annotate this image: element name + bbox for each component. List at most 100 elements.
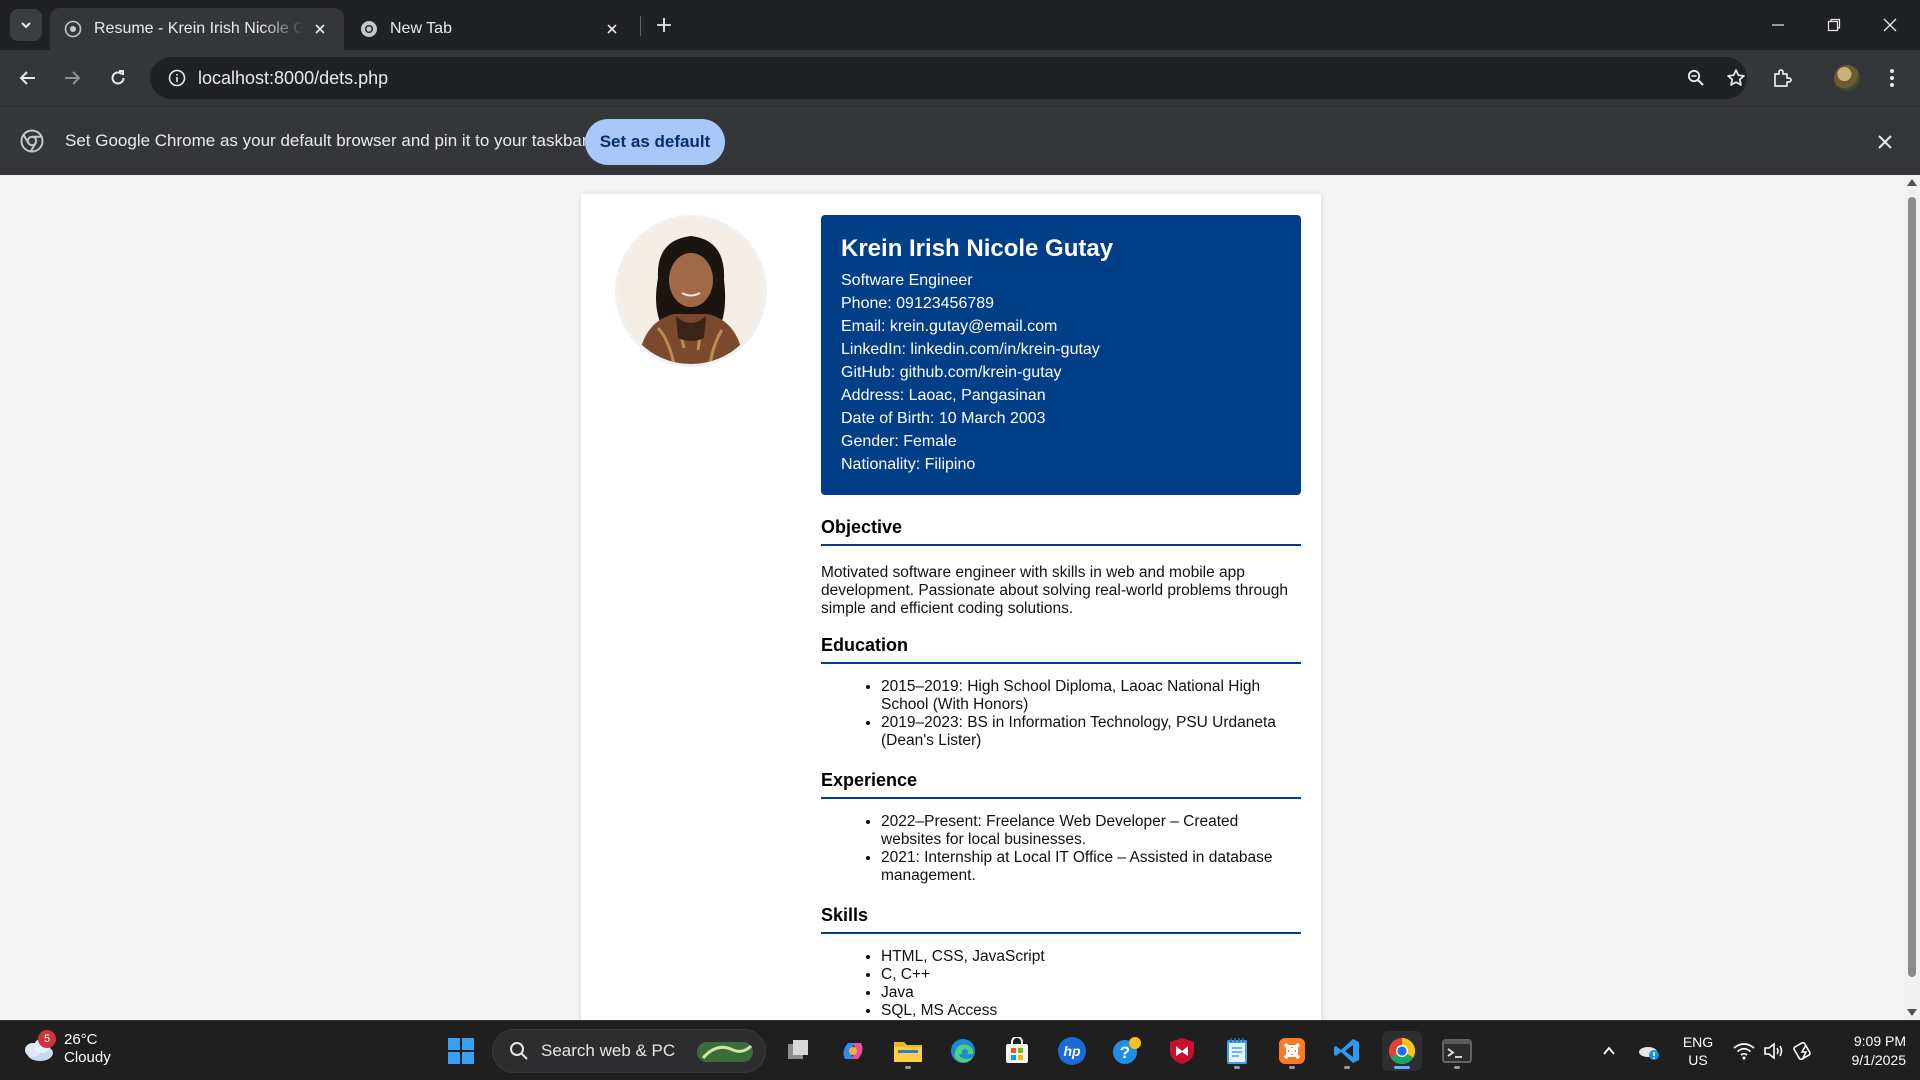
site-info-button[interactable] bbox=[156, 57, 198, 99]
vscode-icon bbox=[1334, 1039, 1359, 1063]
close-infobar-button[interactable] bbox=[1872, 129, 1898, 155]
gender-line: Gender: Female bbox=[841, 433, 957, 450]
github-line: GitHub: github.com/krein-gutay bbox=[841, 364, 1062, 381]
page-scrollbar[interactable] bbox=[1904, 175, 1920, 1020]
tab-new-tab[interactable]: New Tab bbox=[346, 8, 636, 50]
running-indicator bbox=[905, 1066, 911, 1069]
list-item: 2019–2023: BS in Information Technology,… bbox=[881, 714, 1301, 750]
back-button[interactable] bbox=[12, 62, 44, 94]
notepad-button[interactable] bbox=[1217, 1031, 1257, 1071]
onedrive-button[interactable] bbox=[1634, 1021, 1664, 1080]
weather-condition: Cloudy bbox=[64, 1049, 111, 1066]
section-heading: Education bbox=[821, 635, 1301, 664]
forward-button[interactable] bbox=[56, 62, 88, 94]
search-icon bbox=[510, 1042, 528, 1060]
avatar bbox=[1834, 65, 1860, 91]
running-indicator bbox=[1394, 1066, 1410, 1069]
section-heading: Skills bbox=[821, 905, 1301, 934]
scroll-down-icon[interactable] bbox=[1907, 1009, 1917, 1016]
running-indicator bbox=[1344, 1066, 1350, 1069]
help-button[interactable]: ? bbox=[1107, 1031, 1147, 1071]
new-tab-button[interactable] bbox=[652, 13, 676, 37]
wifi-icon bbox=[1733, 1043, 1755, 1060]
scrollbar-thumb[interactable] bbox=[1908, 197, 1916, 977]
close-icon bbox=[1883, 18, 1897, 32]
vscode-button[interactable] bbox=[1327, 1031, 1367, 1071]
profile-button[interactable] bbox=[1831, 62, 1863, 94]
arrow-left-icon bbox=[19, 71, 35, 85]
quick-settings-button[interactable] bbox=[1730, 1021, 1818, 1080]
weather-temp: 26°C bbox=[64, 1031, 98, 1048]
search-placeholder: Search web & PC bbox=[541, 1041, 676, 1060]
tab-separator bbox=[640, 16, 641, 36]
battery-icon bbox=[1793, 1042, 1811, 1060]
cloud-sync-icon bbox=[1639, 1047, 1659, 1060]
list-item: 2015–2019: High School Diploma, Laoac Na… bbox=[881, 678, 1301, 714]
minimize-button[interactable] bbox=[1750, 0, 1806, 50]
tab-resume[interactable]: Resume - Krein Irish Nicole Gutay bbox=[50, 8, 344, 50]
zoom-button[interactable] bbox=[1676, 57, 1716, 99]
bookmark-button[interactable] bbox=[1716, 57, 1756, 99]
chrome-menu-button[interactable] bbox=[1876, 62, 1908, 94]
volume-icon bbox=[1764, 1042, 1783, 1060]
running-indicator bbox=[1289, 1066, 1295, 1069]
svg-text:hp: hp bbox=[1063, 1043, 1081, 1059]
language-indicator[interactable]: ENG US bbox=[1672, 1021, 1724, 1080]
chrome-taskbar-button[interactable] bbox=[1382, 1031, 1422, 1071]
resume-card: Krein Irish Nicole Gutay Software Engine… bbox=[581, 194, 1321, 1020]
copilot-button[interactable] bbox=[833, 1031, 873, 1071]
taskbar-search[interactable]: Search web & PC bbox=[492, 1029, 766, 1073]
more-vert-icon bbox=[1890, 69, 1894, 87]
plus-icon bbox=[657, 18, 671, 32]
close-window-button[interactable] bbox=[1862, 0, 1918, 50]
xampp-icon bbox=[1279, 1038, 1305, 1064]
profile-photo bbox=[615, 215, 767, 367]
task-view-icon bbox=[788, 1040, 808, 1059]
info-icon bbox=[168, 69, 186, 87]
chrome-icon bbox=[1388, 1037, 1416, 1065]
close-tab-icon[interactable] bbox=[602, 19, 622, 39]
hp-button[interactable]: hp bbox=[1052, 1031, 1092, 1071]
xampp-button[interactable] bbox=[1272, 1031, 1312, 1071]
list-item: HTML, CSS, JavaScript bbox=[881, 948, 1301, 966]
job-title: Software Engineer bbox=[841, 272, 973, 289]
reload-button[interactable] bbox=[102, 62, 134, 94]
scroll-up-icon[interactable] bbox=[1907, 179, 1917, 186]
close-tab-icon[interactable] bbox=[310, 19, 330, 39]
task-view-button[interactable] bbox=[779, 1031, 819, 1071]
address-bar[interactable]: localhost:8000/dets.php bbox=[150, 57, 1747, 99]
url-text[interactable]: localhost:8000/dets.php bbox=[198, 68, 388, 89]
restore-button[interactable] bbox=[1806, 0, 1862, 50]
help-icon: ? bbox=[1113, 1037, 1141, 1064]
list-item: 2021: Internship at Local IT Office – As… bbox=[881, 849, 1301, 885]
store-button[interactable] bbox=[997, 1031, 1037, 1071]
edge-button[interactable] bbox=[943, 1031, 983, 1071]
weather-widget[interactable]: 5 26°C Cloudy bbox=[20, 1030, 111, 1067]
start-button[interactable] bbox=[441, 1031, 481, 1071]
tab-search-button[interactable] bbox=[10, 9, 42, 41]
clock-button[interactable]: 9:09 PM 9/1/2025 bbox=[1826, 1021, 1907, 1080]
mcafee-button[interactable] bbox=[1162, 1031, 1202, 1071]
contact-header: Krein Irish Nicole Gutay Software Engine… bbox=[821, 215, 1301, 495]
email-line: Email: krein.gutay@email.com bbox=[841, 318, 1058, 335]
objective-text: Motivated software engineer with skills … bbox=[821, 564, 1288, 617]
clock-date: 9/1/2025 bbox=[1851, 1052, 1907, 1068]
education-section: Education 2015–2019: High School Diploma… bbox=[821, 635, 1301, 750]
show-hidden-icons-button[interactable] bbox=[1596, 1021, 1622, 1080]
running-indicator bbox=[1234, 1066, 1240, 1069]
terminal-icon bbox=[1442, 1039, 1472, 1063]
file-explorer-button[interactable] bbox=[888, 1031, 928, 1071]
terminal-button[interactable] bbox=[1437, 1031, 1477, 1071]
chrome-icon bbox=[20, 129, 44, 153]
search-highlight-icon bbox=[697, 1042, 753, 1062]
restore-icon bbox=[1827, 18, 1841, 32]
svg-text:?: ? bbox=[1120, 1043, 1130, 1062]
experience-list: 2022–Present: Freelance Web Developer – … bbox=[821, 813, 1301, 885]
set-as-default-button[interactable]: Set as default bbox=[585, 119, 725, 165]
birthdate-line: Date of Birth: 10 March 2003 bbox=[841, 410, 1046, 427]
folder-icon bbox=[894, 1042, 922, 1062]
chevron-down-icon bbox=[21, 22, 31, 29]
clock-time: 9:09 PM bbox=[1853, 1033, 1906, 1049]
page-viewport: Krein Irish Nicole Gutay Software Engine… bbox=[0, 175, 1904, 1020]
extensions-button[interactable] bbox=[1766, 62, 1798, 94]
